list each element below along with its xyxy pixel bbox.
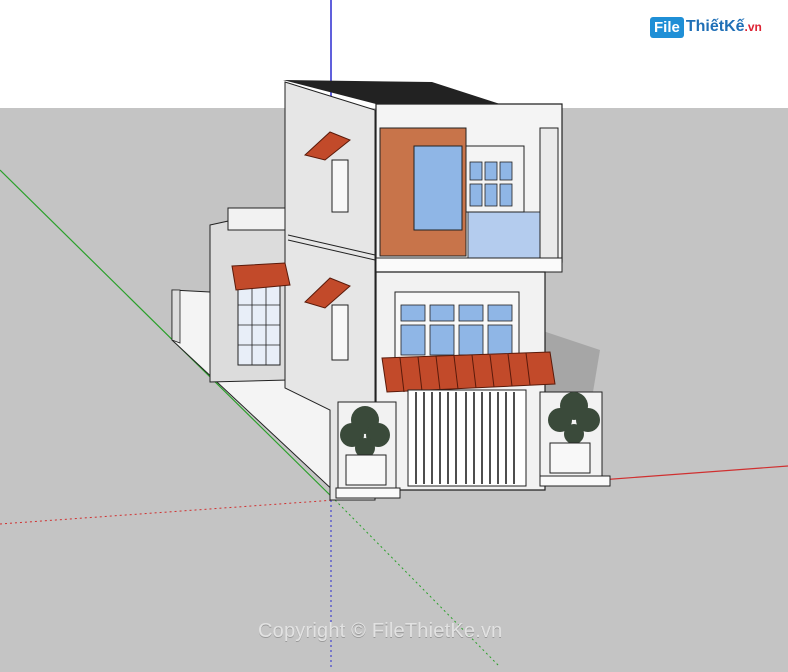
rear-block-parapet bbox=[227, 207, 289, 231]
logo-name: ThiếtKế bbox=[685, 18, 745, 35]
planter-base-left bbox=[335, 487, 401, 499]
floor-slab bbox=[375, 257, 563, 273]
sketchup-viewport[interactable] bbox=[0, 0, 788, 668]
planter-left bbox=[345, 454, 387, 486]
planter-right bbox=[549, 442, 591, 474]
copyright-watermark: Copyright © FileThietKe.vn bbox=[258, 620, 503, 642]
entrance-gate[interactable] bbox=[407, 389, 527, 487]
planter-base-right bbox=[539, 475, 611, 487]
site-logo[interactable]: File ThiếtKế.vn bbox=[650, 12, 762, 42]
upper-window-glass bbox=[413, 145, 463, 231]
model-scene[interactable] bbox=[0, 0, 788, 668]
logo-badge: File bbox=[650, 16, 684, 38]
balcony-column bbox=[539, 127, 559, 261]
balcony-door-panes bbox=[469, 161, 513, 207]
side-window-lower bbox=[331, 304, 349, 361]
logo-tld: .vn bbox=[744, 20, 762, 34]
glass-balustrade bbox=[467, 211, 549, 261]
boundary-wall-end bbox=[171, 289, 181, 344]
logo-text: ThiếtKế.vn bbox=[686, 18, 762, 36]
side-window-upper bbox=[331, 159, 349, 213]
rear-awning bbox=[231, 262, 291, 291]
